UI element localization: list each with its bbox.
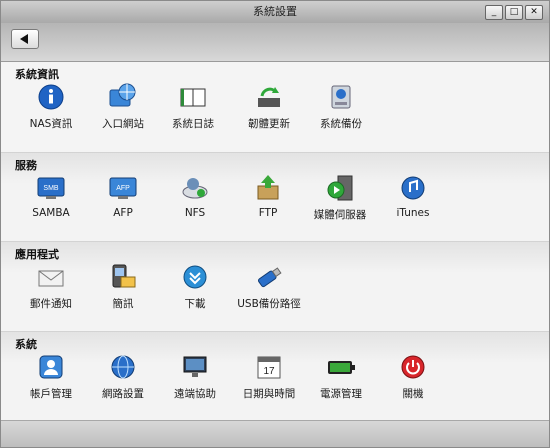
- firmware-update-icon: [254, 82, 284, 112]
- back-button[interactable]: [11, 29, 39, 49]
- svg-text:AFP: AFP: [116, 185, 130, 192]
- item-label: iTunes: [396, 207, 430, 219]
- item-media-server[interactable]: 媒體伺服器: [304, 173, 376, 229]
- account-icon: [36, 352, 66, 382]
- item-usb-backup[interactable]: USB備份路徑: [233, 262, 305, 318]
- item-system-backup[interactable]: 系統備份: [305, 82, 377, 138]
- item-system-log[interactable]: 系統日誌: [157, 82, 229, 138]
- power-icon: [398, 352, 428, 382]
- item-samba[interactable]: SMB SAMBA: [15, 173, 87, 229]
- settings-window: 系統設置 _ □ ✕ 系統資訊 NAS資訊 入口網站 系統日誌 韌體更新 系統備…: [0, 0, 550, 448]
- section-applications: 應用程式 郵件通知 簡訊 下載 USB備份路徑: [1, 241, 549, 330]
- item-label: SAMBA: [32, 207, 70, 219]
- window-title: 系統設置: [253, 5, 297, 18]
- item-label: 關機: [402, 388, 424, 400]
- item-label: 韌體更新: [248, 118, 290, 130]
- calendar-icon: 17: [254, 352, 284, 382]
- item-label: 帳戶管理: [30, 388, 72, 400]
- arrow-left-icon: [20, 34, 28, 44]
- minimize-button[interactable]: _: [485, 5, 503, 20]
- log-book-icon: [178, 82, 208, 112]
- item-label: 郵件通知: [30, 298, 72, 310]
- item-label: NAS資訊: [29, 118, 73, 130]
- item-label: 媒體伺服器: [313, 209, 367, 221]
- item-download[interactable]: 下載: [159, 262, 231, 318]
- item-date-time[interactable]: 17 日期與時間: [233, 352, 305, 408]
- section-system: 系統 帳戶管理 網路設置 遠端協助 17 日期與時間 電源管理 關機: [1, 331, 549, 420]
- sms-icon: [108, 262, 138, 292]
- usb-backup-icon: [254, 262, 284, 292]
- item-afp[interactable]: AFP AFP: [87, 173, 159, 229]
- item-mail-notification[interactable]: 郵件通知: [15, 262, 87, 318]
- battery-icon: [326, 352, 356, 382]
- nfs-icon: [180, 173, 210, 203]
- item-nas-info[interactable]: NAS資訊: [15, 82, 87, 138]
- item-label: 網路設置: [102, 388, 144, 400]
- item-label: 下載: [184, 298, 206, 310]
- status-bar: [1, 420, 549, 447]
- section-title: 服務: [15, 159, 37, 172]
- item-remote-assistance[interactable]: 遠端協助: [159, 352, 231, 408]
- section-title: 系統資訊: [15, 68, 59, 81]
- item-label: 系統日誌: [172, 118, 214, 130]
- item-portal[interactable]: 入口網站: [87, 82, 159, 138]
- svg-text:17: 17: [263, 366, 275, 377]
- close-button[interactable]: ✕: [525, 5, 543, 20]
- toolbar: [1, 23, 549, 62]
- item-sms[interactable]: 簡訊: [87, 262, 159, 318]
- item-itunes[interactable]: iTunes: [377, 173, 449, 229]
- section-title: 系統: [15, 338, 37, 351]
- maximize-button[interactable]: □: [505, 5, 523, 20]
- item-power-management[interactable]: 電源管理: [305, 352, 377, 408]
- portal-icon: [108, 82, 138, 112]
- item-label: 電源管理: [320, 388, 362, 400]
- network-icon: [108, 352, 138, 382]
- system-backup-icon: [326, 82, 356, 112]
- item-firmware-update[interactable]: 韌體更新: [233, 82, 305, 138]
- item-label: 系統備份: [320, 118, 362, 130]
- section-title: 應用程式: [15, 248, 59, 261]
- itunes-icon: [398, 173, 428, 203]
- item-label: 簡訊: [112, 298, 134, 310]
- remote-assist-icon: [180, 352, 210, 382]
- item-account-management[interactable]: 帳戶管理: [15, 352, 87, 408]
- item-shutdown[interactable]: 關機: [377, 352, 449, 408]
- item-label: USB備份路徑: [237, 298, 301, 310]
- item-label: 入口網站: [102, 118, 144, 130]
- media-server-icon: [325, 173, 355, 203]
- item-label: NFS: [184, 207, 206, 219]
- title-bar[interactable]: 系統設置 _ □ ✕: [1, 1, 549, 23]
- info-icon: [36, 82, 66, 112]
- samba-icon: SMB: [36, 173, 66, 203]
- mail-notification-icon: [36, 262, 66, 292]
- item-nfs[interactable]: NFS: [159, 173, 231, 229]
- afp-icon: AFP: [108, 173, 138, 203]
- svg-text:SMB: SMB: [43, 185, 59, 192]
- item-label: FTP: [258, 207, 278, 219]
- item-ftp[interactable]: FTP: [232, 173, 304, 229]
- item-label: 遠端協助: [174, 388, 216, 400]
- item-label: 日期與時間: [242, 388, 296, 400]
- section-system-info: 系統資訊 NAS資訊 入口網站 系統日誌 韌體更新 系統備份: [1, 62, 549, 150]
- item-label: AFP: [113, 207, 133, 219]
- ftp-icon: [253, 173, 283, 203]
- download-icon: [180, 262, 210, 292]
- section-services: 服務 SMB SAMBA AFP AFP NFS FTP 媒體伺服器 iTune…: [1, 152, 549, 241]
- item-network-settings[interactable]: 網路設置: [87, 352, 159, 408]
- window-controls: _ □ ✕: [485, 5, 543, 20]
